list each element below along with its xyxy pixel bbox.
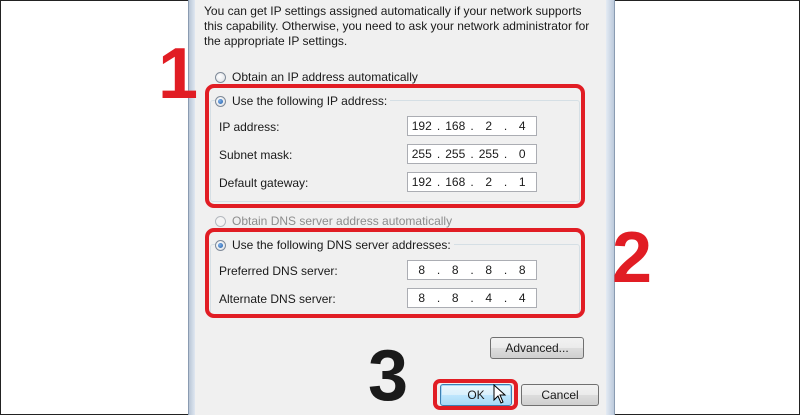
dialog-right-border — [606, 0, 615, 415]
advanced-button[interactable]: Advanced... — [490, 337, 584, 359]
radio-label: Obtain DNS server address automatically — [232, 214, 453, 228]
cancel-button[interactable]: Cancel — [521, 384, 599, 406]
annotation-box-ip-settings — [205, 84, 585, 208]
radio-button-icon[interactable] — [215, 215, 226, 227]
radio-label: Obtain an IP address automatically — [232, 70, 418, 84]
annotation-box-ok-button — [433, 379, 518, 410]
annotation-step-2: 2 — [612, 218, 653, 298]
radio-obtain-dns-auto[interactable]: Obtain DNS server address automatically — [215, 214, 452, 228]
radio-button-icon[interactable] — [215, 71, 226, 83]
annotation-step-1: 1 — [158, 34, 199, 114]
annotation-step-3: 3 — [368, 336, 409, 416]
description-text: You can get IP settings assigned automat… — [204, 4, 590, 48]
annotation-box-dns-settings — [205, 228, 585, 318]
radio-obtain-ip-auto[interactable]: Obtain an IP address automatically — [215, 70, 418, 84]
